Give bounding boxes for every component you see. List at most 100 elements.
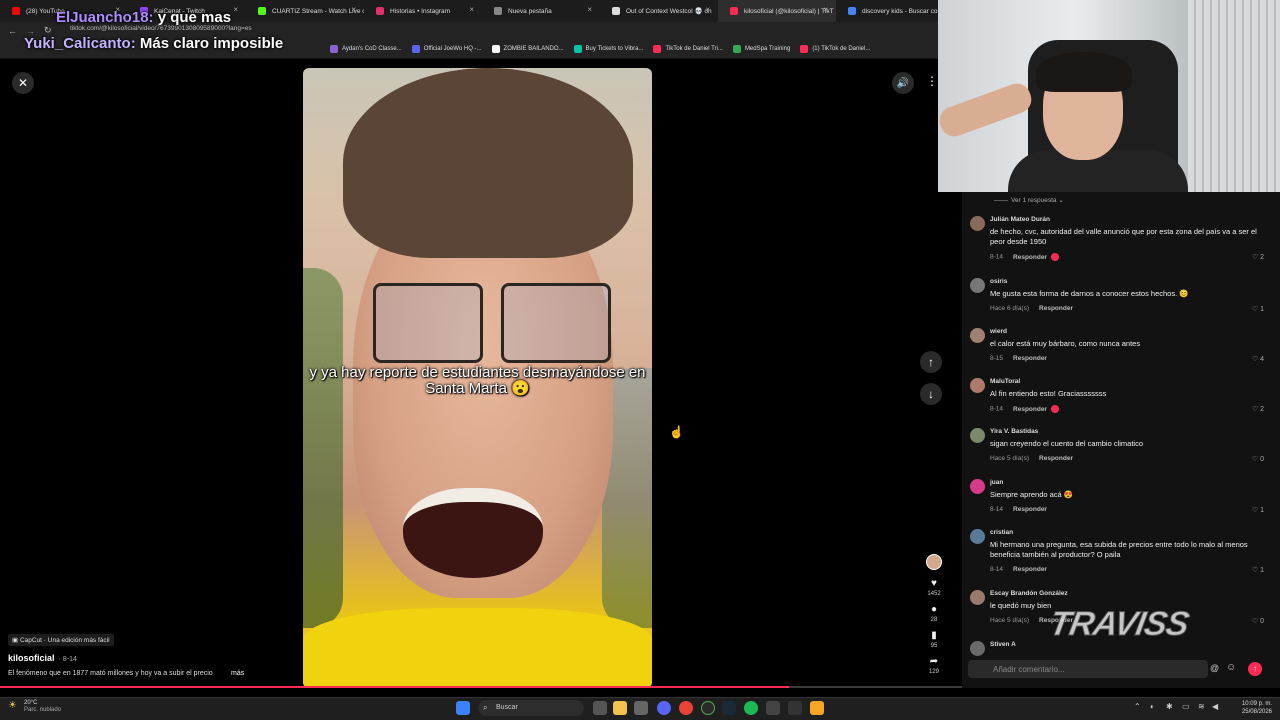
reply-button[interactable]: Responder xyxy=(1013,254,1047,261)
taskbar-search[interactable]: ⌕ Buscar xyxy=(478,700,584,716)
close-icon: ✕ xyxy=(17,76,29,90)
browser-tab[interactable]: discovery kids - Buscar co× xyxy=(836,0,954,22)
creator-avatar[interactable] xyxy=(926,554,942,570)
comment-author[interactable]: MaluToral xyxy=(990,378,1020,385)
bookmark-item[interactable]: MedSpa Training xyxy=(732,45,790,53)
more-options-icon[interactable]: ⋮ xyxy=(926,74,938,88)
comment-author[interactable]: Stiven A xyxy=(990,641,1016,648)
bookmark-item[interactable]: ZOMBIE BAILANDO... xyxy=(491,45,564,53)
bookmark-item[interactable]: Aydan's CoD Classe... xyxy=(330,45,402,53)
wifi-icon[interactable]: ≋ xyxy=(1198,702,1205,711)
comment-author[interactable]: Julián Mateo Durán xyxy=(990,216,1050,223)
task-view-icon[interactable] xyxy=(593,701,607,715)
chevron-up-icon[interactable]: ⌃ xyxy=(1134,702,1141,711)
reply-button[interactable]: Responder xyxy=(1013,506,1047,513)
volume-tray-icon[interactable]: ◀ xyxy=(1212,702,1218,711)
comment-avatar[interactable] xyxy=(970,378,985,393)
bookmark-item[interactable]: (1) TikTok de Daniel... xyxy=(800,45,870,53)
back-icon[interactable]: ← xyxy=(8,26,17,36)
tab-close-icon[interactable]: × xyxy=(233,5,238,14)
video-player[interactable]: y ya hay reporte de estudiantes desmayán… xyxy=(303,68,652,688)
bookmark-item[interactable]: Buy Tickets to Vibra... xyxy=(573,45,644,53)
comment-author[interactable]: juan xyxy=(990,479,1003,486)
view-replies-link[interactable]: Ver 1 respuesta ⌄ xyxy=(994,196,1064,204)
spotify-icon[interactable] xyxy=(744,701,758,715)
comment-avatar[interactable] xyxy=(970,328,985,343)
comment-author[interactable]: osiris xyxy=(990,278,1007,285)
send-comment-button[interactable]: ↑ xyxy=(1248,662,1262,676)
comment-like-button[interactable]: ♡ 1 xyxy=(1252,566,1264,574)
tab-close-icon[interactable]: × xyxy=(705,5,710,14)
browser-tab[interactable]: Out of Context Westcol 💀 on × xyxy=(600,0,718,22)
video-progress-bar[interactable] xyxy=(0,686,962,688)
battery-icon[interactable]: ▭ xyxy=(1182,702,1190,711)
emoji-icon[interactable]: ☺ xyxy=(1226,662,1236,673)
comment-avatar[interactable] xyxy=(970,529,985,544)
mention-icon[interactable]: @ xyxy=(1210,663,1219,673)
file-explorer-icon[interactable] xyxy=(613,701,627,715)
network-icon[interactable]: ◐ xyxy=(1150,702,1155,711)
reply-button[interactable]: Responder xyxy=(1013,566,1047,573)
comment-avatar[interactable] xyxy=(970,590,985,605)
comment-avatar[interactable] xyxy=(970,428,985,443)
close-button[interactable]: ✕ xyxy=(12,72,34,94)
save-action[interactable]: ▮ 95 xyxy=(924,630,944,649)
bluetooth-icon[interactable]: ✱ xyxy=(1166,702,1173,711)
video-author[interactable]: kilosoficial · 8-14 xyxy=(8,653,77,663)
save-count: 95 xyxy=(930,643,938,649)
tab-close-icon[interactable]: × xyxy=(351,5,356,14)
comment-avatar[interactable] xyxy=(970,641,985,656)
taskbar-clock[interactable]: 10:09 p. m. 25/08/2026 xyxy=(1224,700,1272,716)
browser-tab[interactable]: Nueva pestaña × xyxy=(482,0,600,22)
browser-tab[interactable]: CUARTIZ Stream - Watch Live o × xyxy=(246,0,364,22)
like-action[interactable]: ♥ 1452 xyxy=(924,578,944,597)
tab-close-icon[interactable]: × xyxy=(469,5,474,14)
comment-author[interactable]: wierd xyxy=(990,328,1007,335)
tab-close-icon[interactable]: × xyxy=(823,5,828,14)
next-video-button[interactable]: ↓ xyxy=(920,383,942,405)
comment-like-button[interactable]: ♡ 1 xyxy=(1252,305,1264,313)
volume-button[interactable]: 🔊 xyxy=(892,72,914,94)
comment-like-button[interactable]: ♡ 0 xyxy=(1252,617,1264,625)
comment-author[interactable]: cristian xyxy=(990,529,1013,536)
reply-button[interactable]: Responder xyxy=(1013,406,1047,413)
obs-icon[interactable] xyxy=(810,701,824,715)
bookmark-item[interactable]: Official JoeWo HQ -... xyxy=(411,45,482,53)
weather-widget[interactable]: ☀ 20°C Parc. nublado xyxy=(8,700,61,714)
comment-like-button[interactable]: ♡ 2 xyxy=(1252,405,1264,413)
capcut-tag[interactable]: ▣ CapCut · Una edición más fácil xyxy=(8,634,114,646)
more-description-link[interactable]: más xyxy=(231,670,244,677)
comment-avatar[interactable] xyxy=(970,479,985,494)
tab-close-icon[interactable]: × xyxy=(587,5,592,14)
reply-button[interactable]: Responder xyxy=(1013,355,1047,362)
mouse-cursor-icon: ☝ xyxy=(669,425,684,439)
browser-tab[interactable]: kilosoficial (@kilosoficial) | TikT × xyxy=(718,0,836,22)
discord-icon[interactable] xyxy=(657,701,671,715)
calendar-icon[interactable] xyxy=(634,701,648,715)
share-action[interactable]: ➦ 129 xyxy=(924,656,944,675)
comment-like-button[interactable]: ♡ 0 xyxy=(1252,455,1264,463)
previous-video-button[interactable]: ↑ xyxy=(920,351,942,373)
xbox-icon[interactable] xyxy=(701,701,715,715)
app-icon[interactable] xyxy=(766,701,780,715)
comment-author[interactable]: Yira V. Bastidas xyxy=(990,428,1038,435)
chrome-icon[interactable] xyxy=(679,701,693,715)
comment-author[interactable]: Escay Brandón González xyxy=(990,590,1068,597)
reply-button[interactable]: Responder xyxy=(1039,305,1073,312)
comment-avatar[interactable] xyxy=(970,216,985,231)
comment-like-count: 1 xyxy=(1260,507,1264,514)
comment-action[interactable]: ● 28 xyxy=(924,604,944,623)
comment-avatar[interactable] xyxy=(970,278,985,293)
comment-input[interactable] xyxy=(968,660,1208,678)
bookmark-label: Buy Tickets to Vibra... xyxy=(585,46,644,52)
steam-icon[interactable] xyxy=(722,701,736,715)
url-field[interactable]: tiktok.com/@kilosoficial/video/767399013… xyxy=(70,25,252,32)
comment-like-button[interactable]: ♡ 4 xyxy=(1252,355,1264,363)
comment-like-button[interactable]: ♡ 1 xyxy=(1252,506,1264,514)
windows-start-icon[interactable] xyxy=(456,701,470,715)
browser-tab[interactable]: Historias • Instagram × xyxy=(364,0,482,22)
reply-button[interactable]: Responder xyxy=(1039,455,1073,462)
bookmark-item[interactable]: TikTok de Daniel Tri... xyxy=(653,45,723,53)
comment-like-button[interactable]: ♡ 2 xyxy=(1252,253,1264,261)
app-icon[interactable] xyxy=(788,701,802,715)
